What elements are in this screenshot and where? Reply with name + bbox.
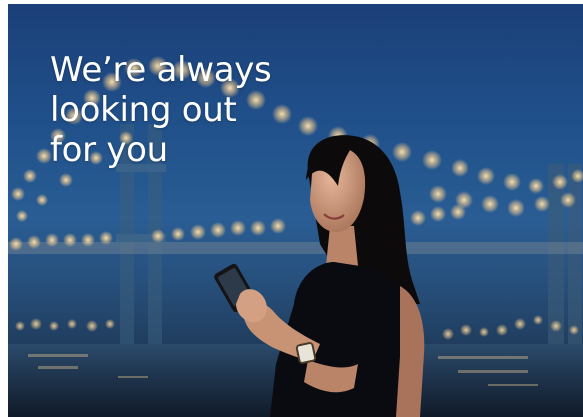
hero-banner: We’re always looking out for you [8,4,583,417]
headline-line-3: for you [50,130,168,170]
headline: We’re always looking out for you [50,50,272,170]
headline-line-2: looking out [50,90,237,130]
headline-line-1: We’re always [50,50,272,90]
bridge-deck [8,204,583,254]
